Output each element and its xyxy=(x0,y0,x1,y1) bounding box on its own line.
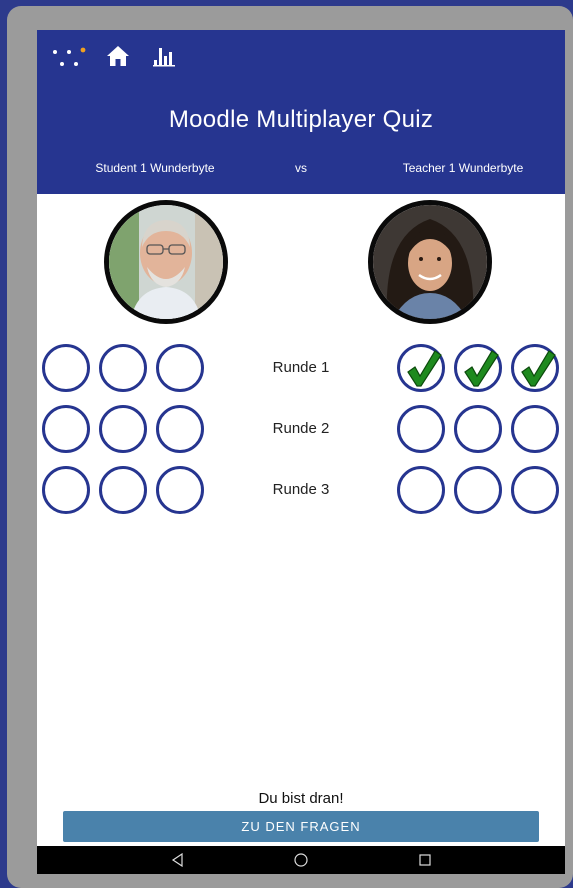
home-icon[interactable] xyxy=(105,44,131,68)
answer-correct-circle xyxy=(454,344,502,392)
answer-empty-circle xyxy=(397,405,445,453)
round-row: Runde 2 xyxy=(37,405,565,455)
android-nav-bar xyxy=(37,846,565,874)
answer-empty-circle xyxy=(99,344,147,392)
round-row: Runde 3 xyxy=(37,466,565,516)
bar-chart-icon[interactable] xyxy=(153,44,177,68)
answer-empty-circle xyxy=(454,405,502,453)
device-frame: Moodle Multiplayer Quiz Student 1 Wunder… xyxy=(7,6,573,888)
recent-apps-icon[interactable] xyxy=(419,854,431,866)
round-label: Runde 3 xyxy=(272,481,330,498)
app-screen: Moodle Multiplayer Quiz Student 1 Wunder… xyxy=(37,30,565,874)
dots-logo-icon[interactable] xyxy=(51,46,87,70)
back-icon[interactable] xyxy=(171,853,185,867)
player-right-name: Teacher 1 Wunderbyte xyxy=(402,161,524,175)
avatar-player-left xyxy=(104,200,228,324)
app-header: Moodle Multiplayer Quiz Student 1 Wunder… xyxy=(37,30,565,194)
answer-empty-circle xyxy=(397,466,445,514)
checkmark-icon xyxy=(464,350,499,387)
answer-correct-circle xyxy=(397,344,445,392)
answer-empty-circle xyxy=(42,344,90,392)
answer-empty-circle xyxy=(42,405,90,453)
versus-label: vs xyxy=(295,161,307,175)
answer-empty-circle xyxy=(42,466,90,514)
answer-empty-circle xyxy=(156,405,204,453)
round-label: Runde 2 xyxy=(272,420,330,437)
round-label: Runde 1 xyxy=(272,359,330,376)
turn-status-text: Du bist dran! xyxy=(258,790,344,807)
checkmark-icon xyxy=(521,350,556,387)
answer-empty-circle xyxy=(511,405,559,453)
home-circle-icon[interactable] xyxy=(294,853,308,867)
player-left-name: Student 1 Wunderbyte xyxy=(95,161,215,175)
answer-correct-circle xyxy=(511,344,559,392)
answer-empty-circle xyxy=(99,466,147,514)
avatar-player-right xyxy=(368,200,492,324)
answer-empty-circle xyxy=(511,466,559,514)
checkmark-icon xyxy=(407,350,442,387)
round-row: Runde 1 xyxy=(37,344,565,394)
page-title: Moodle Multiplayer Quiz xyxy=(168,106,434,133)
go-to-questions-button[interactable]: ZU DEN FRAGEN xyxy=(63,811,539,842)
answer-empty-circle xyxy=(156,344,204,392)
answer-empty-circle xyxy=(454,466,502,514)
answer-empty-circle xyxy=(99,405,147,453)
answer-empty-circle xyxy=(156,466,204,514)
